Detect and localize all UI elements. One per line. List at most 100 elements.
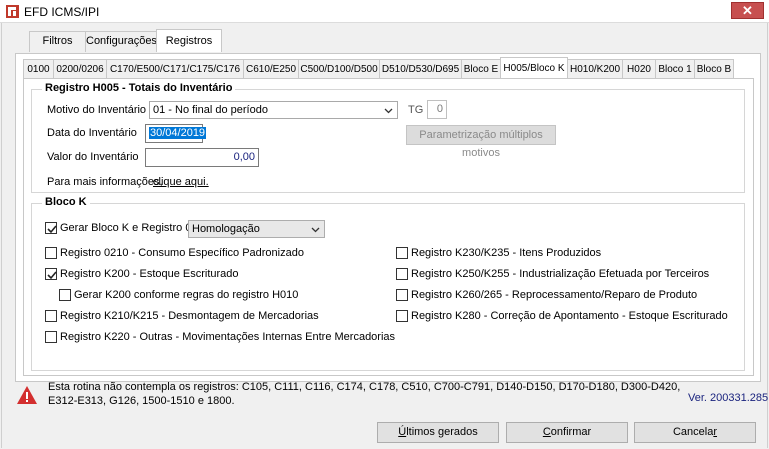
registro-k280-checkbox[interactable]: Registro K280 - Correção de Apontamento …	[396, 310, 736, 324]
registro-0210-checkbox[interactable]: Registro 0210 - Consumo Específico Padro…	[45, 247, 365, 261]
parametrizacao-label: Parametrização múltiplos motivos	[419, 129, 543, 159]
tab-label: Configurações	[86, 35, 157, 47]
data-inventario-input[interactable]: 30/04/2019	[145, 124, 207, 143]
title-bar: EFD ICMS/IPI ✕	[0, 0, 769, 23]
tab-label: Filtros	[42, 35, 73, 47]
valor-inventario-input[interactable]: 0,00	[145, 148, 259, 167]
tab-label: 0100	[27, 64, 50, 75]
tab-registros[interactable]: Registros	[156, 29, 222, 52]
checkmark-icon	[47, 271, 57, 280]
h005-group: Registro H005 - Totais do Inventário Mot…	[31, 82, 745, 193]
gerar-k200-h010-checkbox[interactable]: Gerar K200 conforme regras do registro H…	[59, 289, 359, 303]
group-title: Registro H005 - Totais do Inventário	[42, 82, 236, 94]
motivo-select[interactable]: 01 - No final do período	[149, 101, 398, 119]
checkbox-label: Registro K210/K215 - Desmontagem de Merc…	[60, 310, 319, 322]
motivo-label: Motivo do Inventário	[47, 104, 147, 116]
checkbox-box	[45, 310, 57, 322]
checkbox-label: Registro K280 - Correção de Apontamento …	[411, 310, 728, 322]
close-button[interactable]: ✕	[731, 2, 764, 19]
group-title: Bloco K	[42, 196, 90, 208]
motivo-value: 01 - No final do período	[153, 104, 268, 116]
data-label: Data do Inventário	[47, 127, 137, 139]
button-mnemonic: r	[713, 426, 718, 438]
checkbox-box	[59, 289, 71, 301]
confirmar-button[interactable]: Confirmar	[506, 422, 628, 443]
outer-tab-strip: Filtros Configurações Registros	[29, 29, 749, 54]
ambiente-value: Homologação	[192, 223, 260, 235]
clique-aqui-link[interactable]: clique aqui.	[153, 176, 209, 188]
tab-bloco-b[interactable]: Bloco B	[694, 59, 734, 80]
button-mnemonic: Ú	[398, 426, 407, 438]
checkbox-label: Registro 0210 - Consumo Específico Padro…	[60, 247, 304, 259]
checkbox-label: Registro K260/265 - Reprocessamento/Repa…	[411, 289, 698, 301]
tab-label: Bloco B	[696, 64, 732, 75]
footer-note: Esta rotina não contempla os registros: …	[48, 381, 681, 407]
close-icon: ✕	[742, 3, 753, 18]
checkbox-box	[45, 247, 57, 259]
window-body: Filtros Configurações Registros 0100 020…	[1, 23, 768, 448]
checkbox-box	[45, 331, 57, 343]
tab-h005-bloco-k[interactable]: H005/Bloco K	[500, 57, 568, 80]
button-label: ltimos gerados	[406, 426, 478, 438]
tab-configuracoes[interactable]: Configurações	[85, 31, 157, 52]
tab-label: D510/D530/D695	[381, 64, 460, 75]
tab-filtros[interactable]: Filtros	[29, 31, 86, 52]
tab-label: H005/Bloco K	[503, 63, 565, 74]
tab-label: C170/E500/C171/C175/C176	[109, 64, 241, 75]
checkbox-box	[396, 289, 408, 301]
ultimos-gerados-button[interactable]: Últimos gerados	[377, 422, 499, 443]
tab-h020[interactable]: H020	[622, 59, 656, 80]
checkbox-label: Registro K230/K235 - Itens Produzidos	[411, 247, 602, 259]
tab-label: H020	[627, 64, 651, 75]
ambiente-select[interactable]: Homologação	[188, 220, 325, 238]
warning-icon	[17, 386, 37, 404]
registro-k200-checkbox[interactable]: Registro K200 - Estoque Escriturado	[45, 268, 365, 282]
tab-0100[interactable]: 0100	[23, 59, 54, 80]
valor-value: 0,00	[233, 151, 255, 163]
chevron-down-icon	[384, 108, 393, 114]
registro-k260-checkbox[interactable]: Registro K260/265 - Reprocessamento/Repa…	[396, 289, 716, 303]
checkmark-icon	[47, 225, 57, 234]
chevron-down-icon	[311, 227, 320, 233]
tg-label: TG	[408, 104, 424, 116]
checkbox-box	[396, 310, 408, 322]
app-icon	[6, 5, 19, 18]
tab-label: Registros	[165, 35, 213, 47]
registros-panel: 0100 0200/0206 C170/E500/C171/C175/C176 …	[15, 53, 761, 382]
valor-label: Valor do Inventário	[47, 151, 139, 163]
button-label: Cancela	[672, 426, 714, 438]
tg-input: 0	[427, 100, 447, 119]
checkbox-box	[45, 222, 57, 234]
tab-d510-d530-d695[interactable]: D510/D530/D695	[379, 59, 462, 80]
h005-bloco-k-panel: Registro H005 - Totais do Inventário Mot…	[23, 78, 754, 376]
button-label: onfirmar	[550, 426, 592, 438]
tab-label: C610/E250	[245, 64, 297, 75]
tab-c610-e250[interactable]: C610/E250	[243, 59, 299, 80]
checkbox-label: Registro K200 - Estoque Escriturado	[60, 268, 239, 280]
tab-c170[interactable]: C170/E500/C171/C175/C176	[106, 59, 244, 80]
tab-c500-d100-d500[interactable]: C500/D100/D500	[298, 59, 380, 80]
tab-h010-k200[interactable]: H010/K200	[567, 59, 623, 80]
version-label: Ver. 200331.285	[688, 392, 769, 404]
button-mnemonic: C	[542, 426, 551, 438]
data-value: 30/04/2019	[149, 127, 207, 139]
checkbox-label: Registro K220 - Outras - Movimentações I…	[60, 331, 396, 343]
tg-value: 0	[436, 103, 443, 115]
tab-bloco-1[interactable]: Bloco 1	[655, 59, 695, 80]
parametrizacao-button[interactable]: Parametrização múltiplos motivos	[406, 125, 556, 159]
gerar-bloco-k-checkbox[interactable]: Gerar Bloco K e Registro 0210	[45, 222, 210, 236]
registro-k220-checkbox[interactable]: Registro K220 - Outras - Movimentações I…	[45, 331, 395, 345]
window-title: EFD ICMS/IPI	[24, 5, 100, 19]
registro-k250-checkbox[interactable]: Registro K250/K255 - Industrialização Ef…	[396, 268, 716, 282]
tab-label: C500/D100/D500	[300, 64, 378, 75]
tab-0200-0206[interactable]: 0200/0206	[53, 59, 107, 80]
registro-k230-checkbox[interactable]: Registro K230/K235 - Itens Produzidos	[396, 247, 716, 261]
info-label: Para mais informações,	[47, 176, 163, 188]
checkbox-box	[45, 268, 57, 280]
cancelar-button[interactable]: Cancelar	[634, 422, 756, 443]
tab-label: Bloco 1	[658, 64, 692, 75]
tab-label: Bloco E	[463, 64, 499, 75]
tab-bloco-e[interactable]: Bloco E	[461, 59, 501, 80]
tab-label: 0200/0206	[56, 64, 104, 75]
registro-k210-checkbox[interactable]: Registro K210/K215 - Desmontagem de Merc…	[45, 310, 365, 324]
